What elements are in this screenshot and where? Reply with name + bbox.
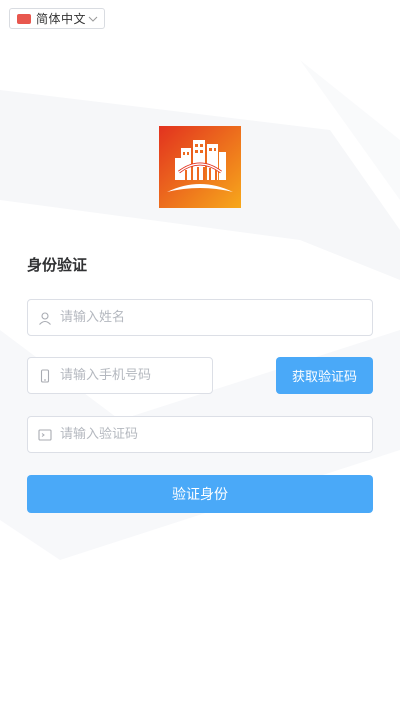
- language-label: 简体中文: [36, 12, 87, 26]
- code-field[interactable]: [27, 416, 373, 453]
- code-input[interactable]: [58, 426, 372, 443]
- chevron-down-icon: [88, 16, 98, 22]
- verify-identity-button[interactable]: 验证身份: [27, 475, 373, 513]
- background-decoration: [0, 60, 400, 560]
- phone-input[interactable]: [58, 367, 212, 384]
- message-code-icon: [38, 428, 52, 441]
- name-field[interactable]: [27, 299, 373, 336]
- page-title: 身份验证: [27, 256, 88, 274]
- mobile-phone-icon: [40, 368, 50, 383]
- name-input[interactable]: [58, 309, 372, 326]
- flag-icon: [17, 13, 31, 24]
- phone-field[interactable]: [27, 357, 213, 394]
- get-code-button[interactable]: 获取验证码: [276, 357, 373, 394]
- user-icon: [39, 311, 51, 325]
- building-logo: [159, 126, 241, 208]
- language-selector[interactable]: 简体中文: [9, 8, 105, 29]
